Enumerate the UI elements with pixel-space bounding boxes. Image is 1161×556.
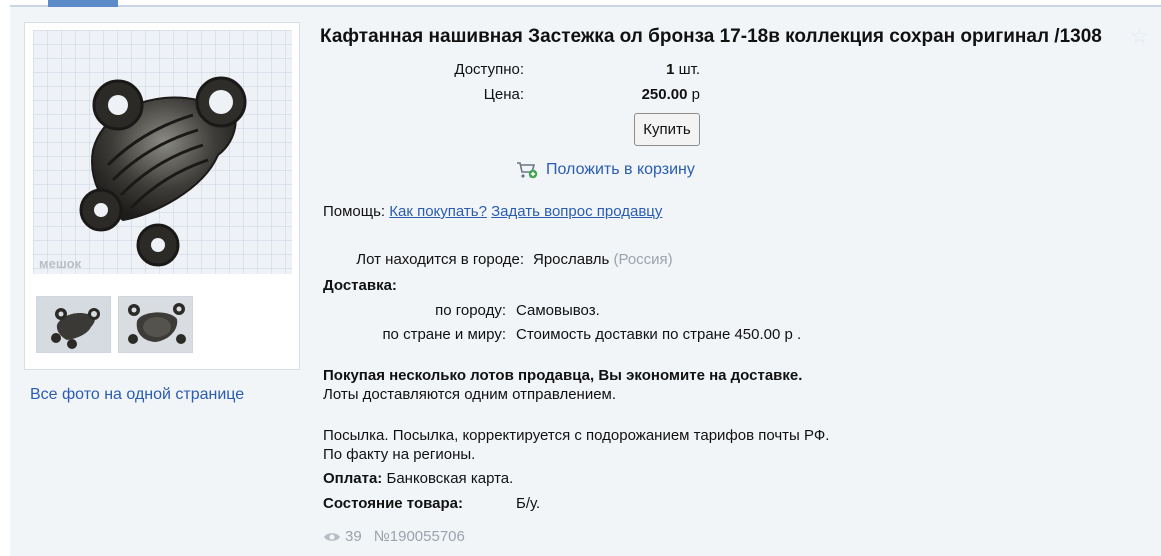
thumbnail-1[interactable] <box>36 296 111 353</box>
condition-label: Состояние товара: <box>323 495 463 512</box>
cart-add-icon <box>517 162 538 179</box>
add-to-cart-label: Положить в корзину <box>546 161 695 178</box>
clasp-photo-image: мешок <box>33 30 292 274</box>
add-to-cart-link[interactable]: Положить в корзину <box>516 160 695 180</box>
condition-value: Б/у. <box>516 495 541 512</box>
help-label: Помощь: <box>323 203 386 220</box>
delivery-heading: Доставка: <box>323 277 397 294</box>
delivery-city-value: Самовывоз. <box>516 302 600 319</box>
eye-icon <box>324 532 340 541</box>
location-city: Ярославль <box>533 251 610 268</box>
ask-seller-link[interactable]: Задать вопрос продавцу <box>491 203 662 220</box>
parcel-note: Посылка. Посылка, корректируется с подор… <box>323 427 830 444</box>
delivery-country-value: Стоимость доставки по стране 450.00 р . <box>516 326 802 343</box>
all-photos-link[interactable]: Все фото на одной странице <box>30 386 244 404</box>
payment-row: Оплата: Банковская карта. <box>323 470 513 487</box>
payment-value: Банковская карта. <box>386 470 514 487</box>
lot-title: Кафтанная нашивная Застежка ол бронза 17… <box>320 26 1102 47</box>
available-qty: 1 <box>666 61 675 78</box>
available-unit: шт. <box>678 61 700 78</box>
watermark-logo: мешок <box>39 256 82 271</box>
lot-number: №190055706 <box>373 528 465 545</box>
views-count: 39 <box>345 528 362 545</box>
price-amount: 250.00 <box>641 86 688 103</box>
regions-note: По факту на регионы. <box>323 446 476 463</box>
single-shipment-note: Лоты доставляются одним отправлением. <box>323 386 617 403</box>
how-to-buy-link[interactable]: Как покупать? <box>389 203 487 220</box>
lot-stats: 39 №190055706 <box>323 528 465 545</box>
delivery-city-label: по городу: <box>435 302 506 319</box>
payment-label: Оплата: <box>323 470 383 487</box>
available-value: 1 шт. <box>666 61 700 78</box>
delivery-country-label: по стране и миру: <box>382 326 506 343</box>
price-value: 250.00 р <box>642 86 700 103</box>
location-country: (Россия) <box>613 251 673 268</box>
active-tab-indicator <box>48 0 118 7</box>
thumbnail-2[interactable] <box>118 296 193 353</box>
combined-shipping-note: Покупая несколько лотов продавца, Вы эко… <box>323 367 803 384</box>
help-row: Помощь: Как покупать? Задать вопрос прод… <box>323 203 662 220</box>
favorite-star-icon[interactable]: ☆ <box>1130 24 1149 49</box>
location-label: Лот находится в городе: <box>356 251 524 268</box>
buy-button[interactable]: Купить <box>634 113 700 146</box>
main-photo[interactable]: мешок <box>33 30 292 274</box>
price-currency: р <box>691 86 700 103</box>
location-value: Ярославль (Россия) <box>533 251 673 268</box>
price-label: Цена: <box>483 86 524 103</box>
available-label: Доступно: <box>454 61 524 78</box>
